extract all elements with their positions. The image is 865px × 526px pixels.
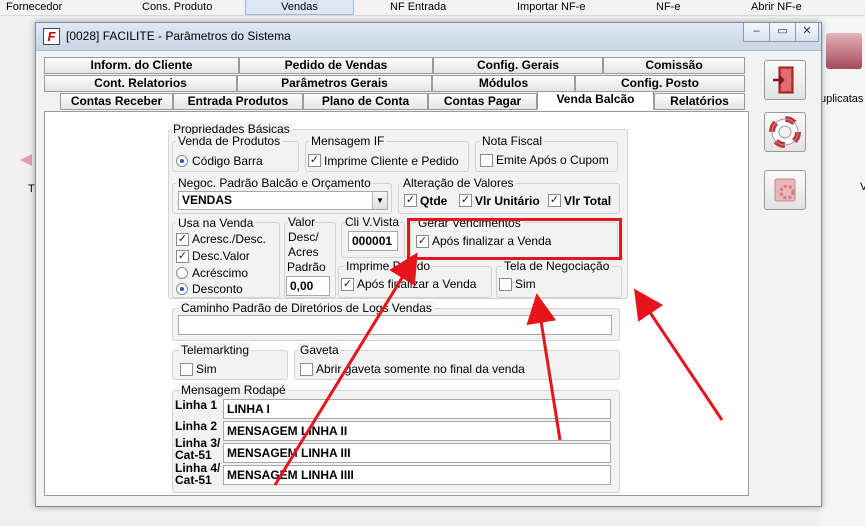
arrow-sim (526, 293, 562, 441)
tab-venda-balcao[interactable]: Venda Balcão (537, 91, 654, 110)
arrow-gerar-vencimentos (273, 252, 418, 486)
annotation-arrows (273, 252, 724, 486)
arrow-tela-negociacao (633, 288, 724, 421)
